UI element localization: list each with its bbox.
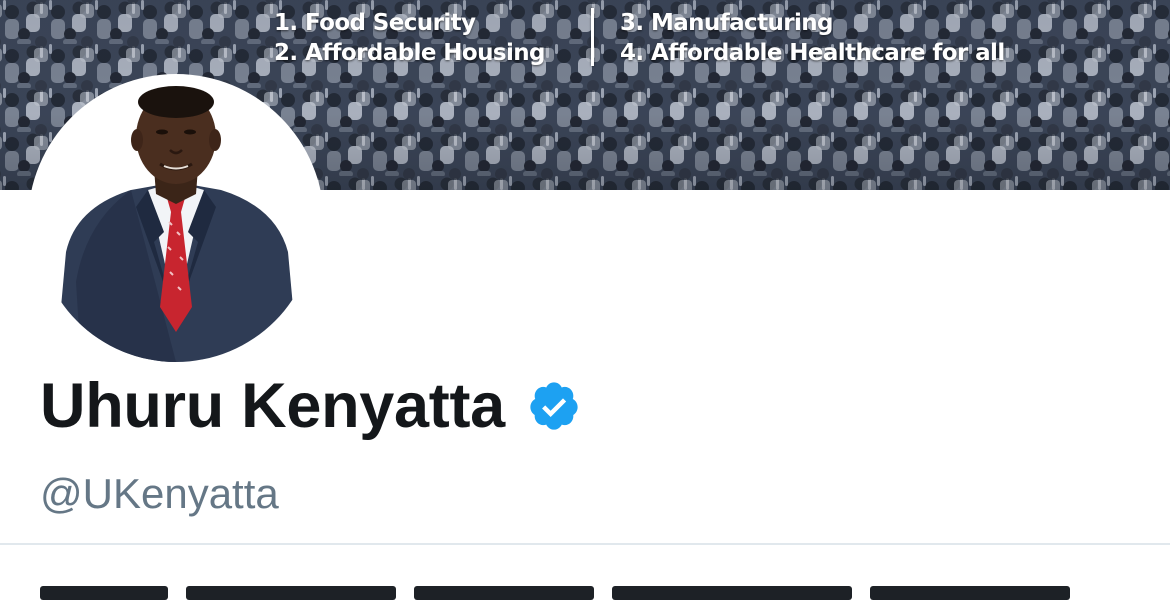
section-divider xyxy=(0,543,1170,545)
agenda-item: 4. Affordable Healthcare for all xyxy=(620,40,1005,66)
bio-preview-cutoff xyxy=(40,586,1130,600)
agenda-divider xyxy=(591,8,594,66)
profile-handle: @UKenyatta xyxy=(40,470,279,517)
cutoff-text-fragment xyxy=(870,586,1070,600)
cutoff-text-fragment xyxy=(186,586,396,600)
cutoff-text-fragment xyxy=(612,586,852,600)
cutoff-text-fragment xyxy=(40,586,168,600)
avatar-portrait xyxy=(36,82,316,362)
agenda-item: 2. Affordable Housing xyxy=(274,40,545,66)
verified-badge-icon[interactable] xyxy=(527,379,581,433)
profile-page: 1. Food Security 2. Affordable Housing 3… xyxy=(0,0,1170,600)
agenda-item: 3. Manufacturing xyxy=(620,10,834,36)
agenda-list-left: 1. Food Security 2. Affordable Housing xyxy=(274,8,545,68)
avatar[interactable] xyxy=(36,82,316,362)
profile-name-row: Uhuru Kenyatta xyxy=(40,370,581,442)
profile-display-name: Uhuru Kenyatta xyxy=(40,371,505,441)
cutoff-text-fragment xyxy=(414,586,594,600)
agenda-item: 1. Food Security xyxy=(274,10,476,36)
agenda-list-right: 3. Manufacturing 4. Affordable Healthcar… xyxy=(620,8,1005,68)
